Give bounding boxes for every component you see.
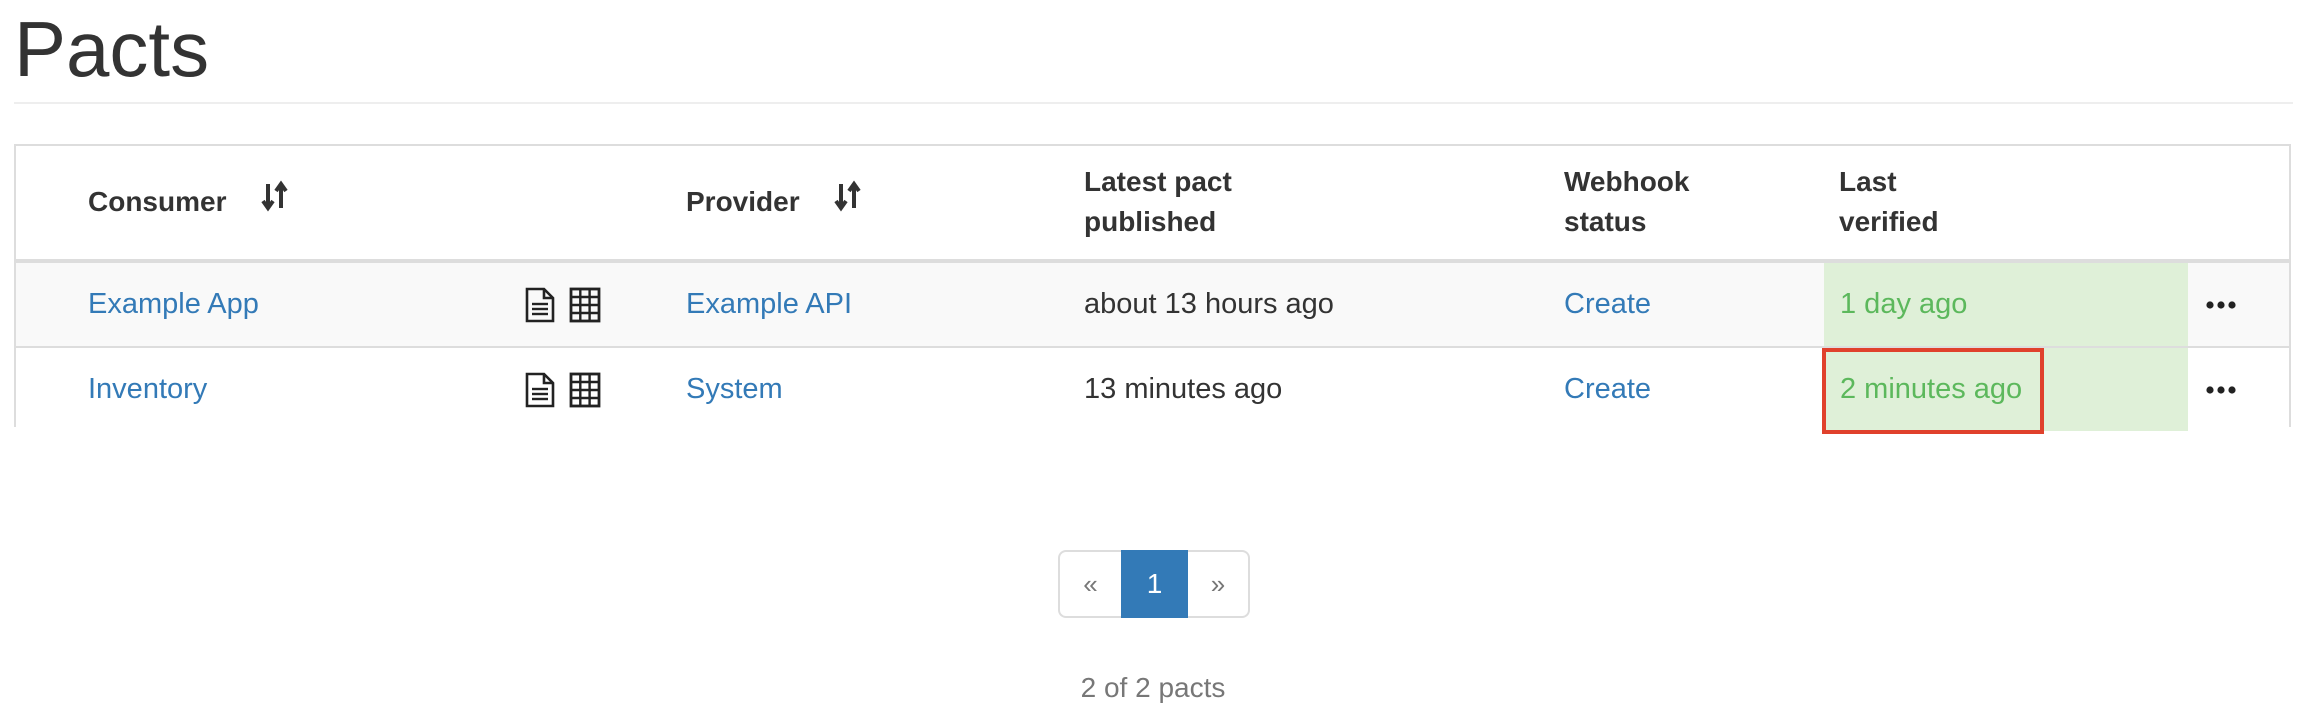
grid-icon[interactable] xyxy=(569,372,601,408)
last-verified-text: 2 minutes ago xyxy=(1840,373,2023,405)
latest-pact-published: 13 minutes ago xyxy=(1084,373,1283,405)
table-row: Example App Example API about 13 hours a… xyxy=(16,263,2289,348)
header-webhook-status: Webhook status xyxy=(1564,162,1689,242)
sort-arrows-icon[interactable] xyxy=(833,180,863,223)
pagination: « 1 » xyxy=(1058,550,1250,618)
sort-arrows-icon[interactable] xyxy=(260,180,290,223)
header-last-verified-line1: Last xyxy=(1839,166,1897,197)
pagination-next-button[interactable]: » xyxy=(1188,550,1250,618)
provider-link[interactable]: Example API xyxy=(686,263,852,346)
header-consumer-label: Consumer xyxy=(88,186,227,217)
last-verified-cell: 1 day ago xyxy=(1824,263,2188,346)
pacts-page: Pacts Consumer Provider Latest pact publ… xyxy=(0,0,2306,718)
table-row: Inventory System 13 minutes ago Create 2… xyxy=(16,348,2289,434)
consumer-link[interactable]: Example App xyxy=(88,263,259,346)
header-latest-pact-line2: published xyxy=(1084,206,1217,237)
header-webhook-line2: status xyxy=(1564,206,1647,237)
grid-icon[interactable] xyxy=(569,287,601,323)
title-divider xyxy=(14,102,2293,104)
webhook-create-link[interactable]: Create xyxy=(1564,348,1651,431)
header-last-verified: Last verified xyxy=(1839,162,1939,242)
document-icon[interactable] xyxy=(524,372,556,408)
pact-count: 2 of 2 pacts xyxy=(1080,672,1226,703)
header-provider-label: Provider xyxy=(686,186,800,217)
header-webhook-line1: Webhook xyxy=(1564,166,1690,197)
header-provider[interactable]: Provider xyxy=(686,180,863,225)
last-verified-text: 1 day ago xyxy=(1840,288,1968,320)
consumer-link[interactable]: Inventory xyxy=(88,348,207,431)
webhook-create-link[interactable]: Create xyxy=(1564,263,1651,346)
last-verified-cell: 2 minutes ago xyxy=(1824,348,2188,431)
ellipsis-icon[interactable] xyxy=(2206,263,2236,346)
page-title: Pacts xyxy=(14,5,210,93)
document-icon[interactable] xyxy=(524,287,556,323)
ellipsis-icon[interactable] xyxy=(2206,348,2236,431)
provider-link[interactable]: System xyxy=(686,348,783,431)
pagination-page-button[interactable]: 1 xyxy=(1121,550,1188,618)
latest-pact-published: about 13 hours ago xyxy=(1084,288,1334,320)
pacts-table: Consumer Provider Latest pact published xyxy=(14,144,2291,434)
header-consumer[interactable]: Consumer xyxy=(88,180,290,225)
header-latest-pact-published: Latest pact published xyxy=(1084,162,1232,242)
pagination-prev-button[interactable]: « xyxy=(1058,550,1121,618)
header-latest-pact-line1: Latest pact xyxy=(1084,166,1232,197)
header-last-verified-line2: verified xyxy=(1839,206,1939,237)
